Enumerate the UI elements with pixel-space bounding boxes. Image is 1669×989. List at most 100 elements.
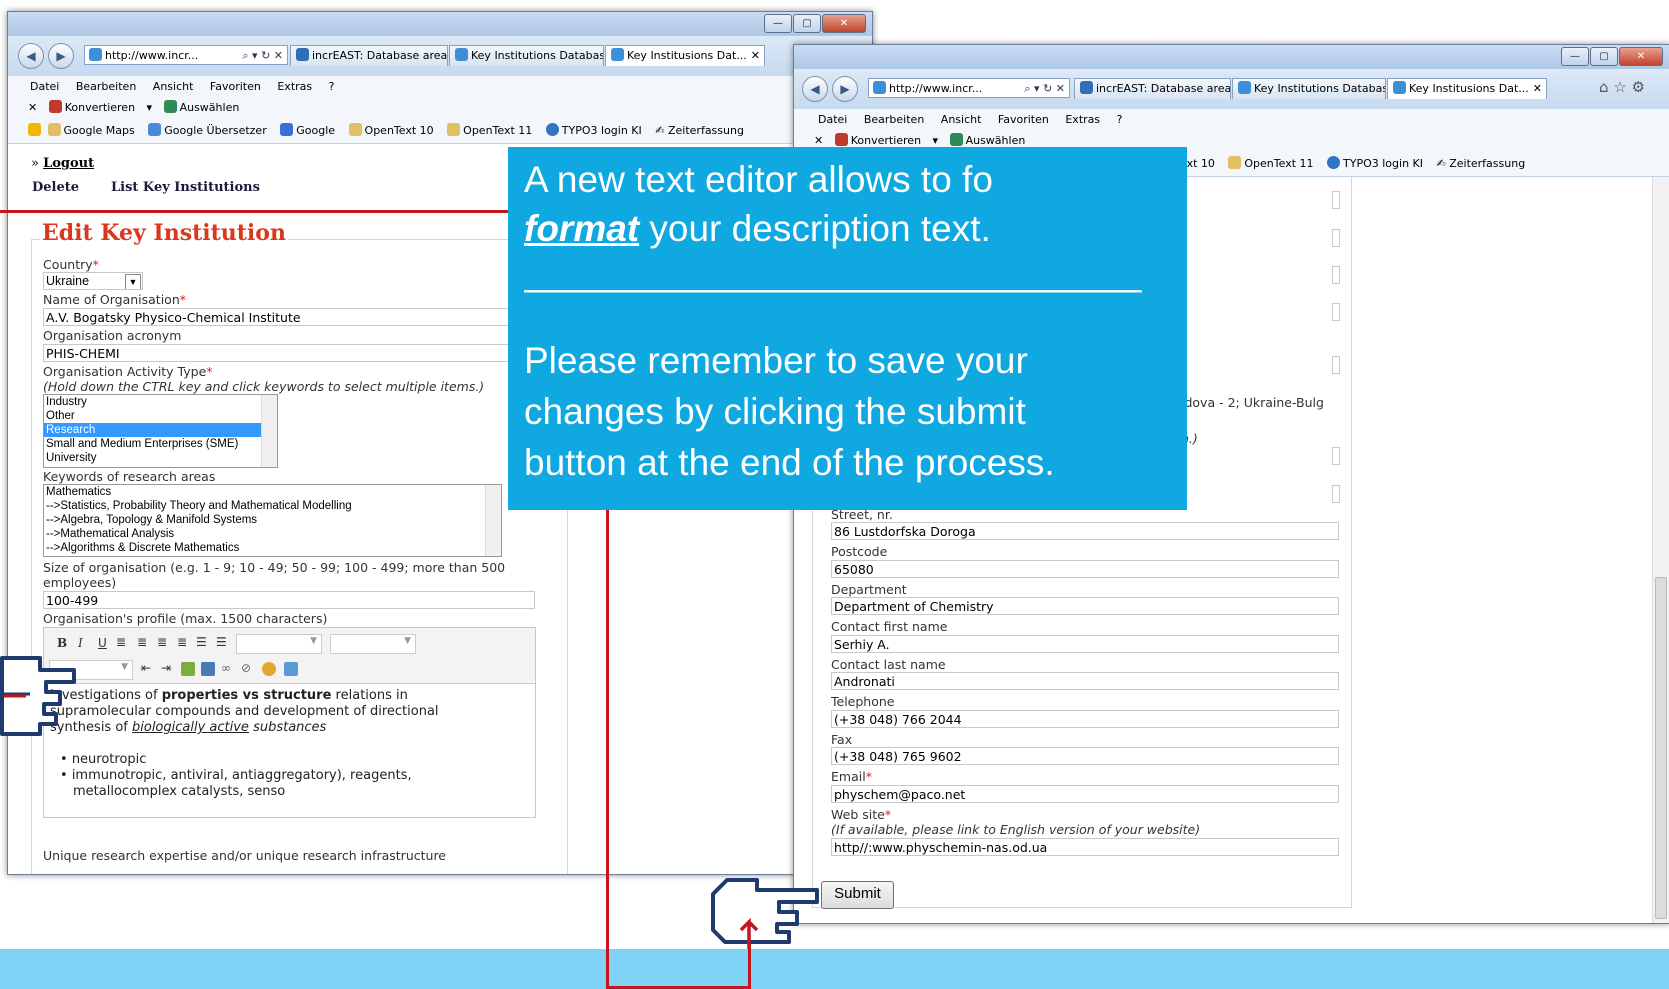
align-left-icon[interactable]: ≣ xyxy=(116,635,126,649)
submit-button[interactable]: Submit xyxy=(821,881,894,909)
list-item[interactable]: -->Mathematical Analysis xyxy=(44,527,501,541)
convert-button[interactable]: Konvertieren xyxy=(65,101,135,114)
list-scrollbar[interactable] xyxy=(485,485,501,556)
font-size-dropdown[interactable]: ▼ xyxy=(330,634,416,654)
ordered-list-icon[interactable]: ☰ xyxy=(196,635,207,649)
select-button[interactable]: Auswählen xyxy=(180,101,240,114)
fav-zeiterfassung[interactable]: ✍ Zeiterfassung xyxy=(655,119,744,143)
align-center-icon[interactable]: ≣ xyxy=(137,635,147,649)
hidden-input-3[interactable] xyxy=(1332,266,1340,284)
back-button[interactable]: ◀ xyxy=(802,76,828,102)
menu-help[interactable]: ? xyxy=(1117,113,1123,126)
list-item[interactable]: University xyxy=(44,451,277,465)
forward-button[interactable]: ▶ xyxy=(48,43,74,69)
list-item[interactable]: -->Statistics, Probability Theory and Ma… xyxy=(44,499,501,513)
indent-icon[interactable]: ⇥ xyxy=(161,661,171,675)
tab-key-institusions-active[interactable]: Key Institusions Dat... ✕ xyxy=(605,45,765,66)
select-button[interactable]: Auswählen xyxy=(966,134,1026,147)
close-button[interactable]: ✕ xyxy=(1619,47,1663,66)
menu-bearbeiten[interactable]: Bearbeiten xyxy=(76,80,136,93)
menu-favoriten[interactable]: Favoriten xyxy=(998,113,1049,126)
justify-icon[interactable]: ≣ xyxy=(177,635,187,649)
department-input[interactable]: Department of Chemistry xyxy=(831,597,1339,615)
telephone-input[interactable]: (+38 048) 766 2044 xyxy=(831,710,1339,728)
fav-opentext11[interactable]: OpenText 11 xyxy=(1228,152,1314,176)
website-input[interactable]: http//:www.physchemin-nas.od.ua xyxy=(831,838,1339,856)
align-right-icon[interactable]: ≣ xyxy=(157,635,167,649)
paste-text-icon[interactable] xyxy=(181,662,195,676)
list-item[interactable]: -->Algorithms & Discrete Mathematics xyxy=(44,541,501,555)
home-icon[interactable]: ⌂ xyxy=(1599,78,1609,96)
keywords-list[interactable]: Mathematics -->Statistics, Probability T… xyxy=(43,484,502,557)
hidden-input-6[interactable] xyxy=(1332,447,1340,465)
star-icon[interactable]: ☆ xyxy=(1613,78,1626,96)
tab-increast[interactable]: incrEAST: Database area xyxy=(1074,78,1231,99)
underline-icon[interactable]: U xyxy=(98,636,107,650)
unlink-icon[interactable]: ⊘ xyxy=(241,661,251,675)
menu-extras[interactable]: Extras xyxy=(277,80,312,93)
close-tab-icon[interactable]: ✕ xyxy=(1533,79,1542,99)
close-button[interactable]: ✕ xyxy=(822,14,866,33)
size-input[interactable]: 100-499 xyxy=(43,591,535,609)
source-icon[interactable] xyxy=(284,662,298,676)
maximize-button[interactable]: ▢ xyxy=(1590,47,1618,66)
org-name-input[interactable]: A.V. Bogatsky Physico-Chemical Institute xyxy=(43,308,523,326)
list-item[interactable]: Other xyxy=(44,409,277,423)
chevron-down-icon[interactable]: ▾ xyxy=(933,134,939,147)
list-item[interactable]: Small and Medium Enterprises (SME) xyxy=(44,437,277,451)
list-key-institutions-link[interactable]: List Key Institutions xyxy=(111,180,260,195)
chevron-down-icon[interactable]: ▾ xyxy=(147,101,153,114)
format-dropdown[interactable]: ▼ xyxy=(236,634,322,654)
minimize-button[interactable]: — xyxy=(764,14,792,33)
forward-button[interactable]: ▶ xyxy=(832,76,858,102)
email-input[interactable]: physchem@paco.net xyxy=(831,785,1339,803)
hidden-input-2[interactable] xyxy=(1332,229,1340,247)
menu-ansicht[interactable]: Ansicht xyxy=(941,113,982,126)
list-scrollbar[interactable] xyxy=(261,395,277,467)
menu-ansicht[interactable]: Ansicht xyxy=(153,80,194,93)
fax-input[interactable]: (+38 048) 765 9602 xyxy=(831,747,1339,765)
back-button[interactable]: ◀ xyxy=(18,43,44,69)
menu-extras[interactable]: Extras xyxy=(1065,113,1100,126)
menu-help[interactable]: ? xyxy=(329,80,335,93)
tab-key-institusions-active[interactable]: Key Institusions Dat... ✕ xyxy=(1387,78,1547,99)
postcode-input[interactable]: 65080 xyxy=(831,560,1339,578)
fav-google-maps[interactable]: Google Maps xyxy=(47,119,135,143)
tab-key-institutions[interactable]: Key Institutions Database xyxy=(1232,78,1386,99)
last-name-input[interactable]: Andronati xyxy=(831,672,1339,690)
editor-text-area[interactable]: investigations of properties vs structur… xyxy=(50,688,529,800)
favorites-star-icon[interactable] xyxy=(28,123,41,136)
tab-key-institutions[interactable]: Key Institutions Database xyxy=(449,45,604,66)
fav-opentext11[interactable]: OpenText 11 xyxy=(447,119,532,143)
delete-link[interactable]: Delete xyxy=(32,180,79,195)
fav-zeiterfassung[interactable]: ✍ Zeiterfassung xyxy=(1437,152,1526,176)
gear-icon[interactable]: ⚙ xyxy=(1632,78,1645,96)
list-item[interactable]: Industry xyxy=(44,395,277,409)
logout-link[interactable]: Logout xyxy=(43,156,94,171)
fav-google-translate[interactable]: Google Übersetzer xyxy=(148,119,267,143)
menu-favoriten[interactable]: Favoriten xyxy=(210,80,261,93)
hidden-input-7[interactable] xyxy=(1332,485,1340,503)
street-input[interactable]: 86 Lustdorfska Doroga xyxy=(831,522,1339,540)
convert-button[interactable]: Konvertieren xyxy=(851,134,921,147)
minimize-button[interactable]: — xyxy=(1561,47,1589,66)
scrollbar-thumb[interactable] xyxy=(1655,577,1667,919)
list-item-selected[interactable]: Research xyxy=(44,423,277,437)
fav-google[interactable]: Google xyxy=(280,119,335,143)
address-bar[interactable]: http://www.incr... ⌕ ▾ ↻ ✕ xyxy=(868,78,1070,98)
menu-datei[interactable]: Datei xyxy=(818,113,847,126)
menu-datei[interactable]: Datei xyxy=(30,80,59,93)
paste-word-icon[interactable] xyxy=(201,662,215,676)
maximize-button[interactable]: ▢ xyxy=(793,14,821,33)
country-select[interactable]: Ukraine ▼ xyxy=(43,272,143,290)
hidden-input-1[interactable] xyxy=(1332,191,1340,209)
tab-increast[interactable]: incrEAST: Database area xyxy=(290,45,448,66)
activity-type-list[interactable]: Industry Other Research Small and Medium… xyxy=(43,394,278,468)
fav-typo3[interactable]: TYPO3 login KI xyxy=(1327,152,1423,176)
acronym-input[interactable]: PHIS-CHEMI xyxy=(43,344,523,362)
list-item[interactable]: -->Algebra, Topology & Manifold Systems xyxy=(44,513,501,527)
unordered-list-icon[interactable]: ☰ xyxy=(216,635,227,649)
fav-opentext10[interactable]: OpenText 10 xyxy=(348,119,434,143)
close-bar-icon[interactable]: ✕ xyxy=(814,134,823,147)
link-icon[interactable]: ∞ xyxy=(221,661,231,675)
